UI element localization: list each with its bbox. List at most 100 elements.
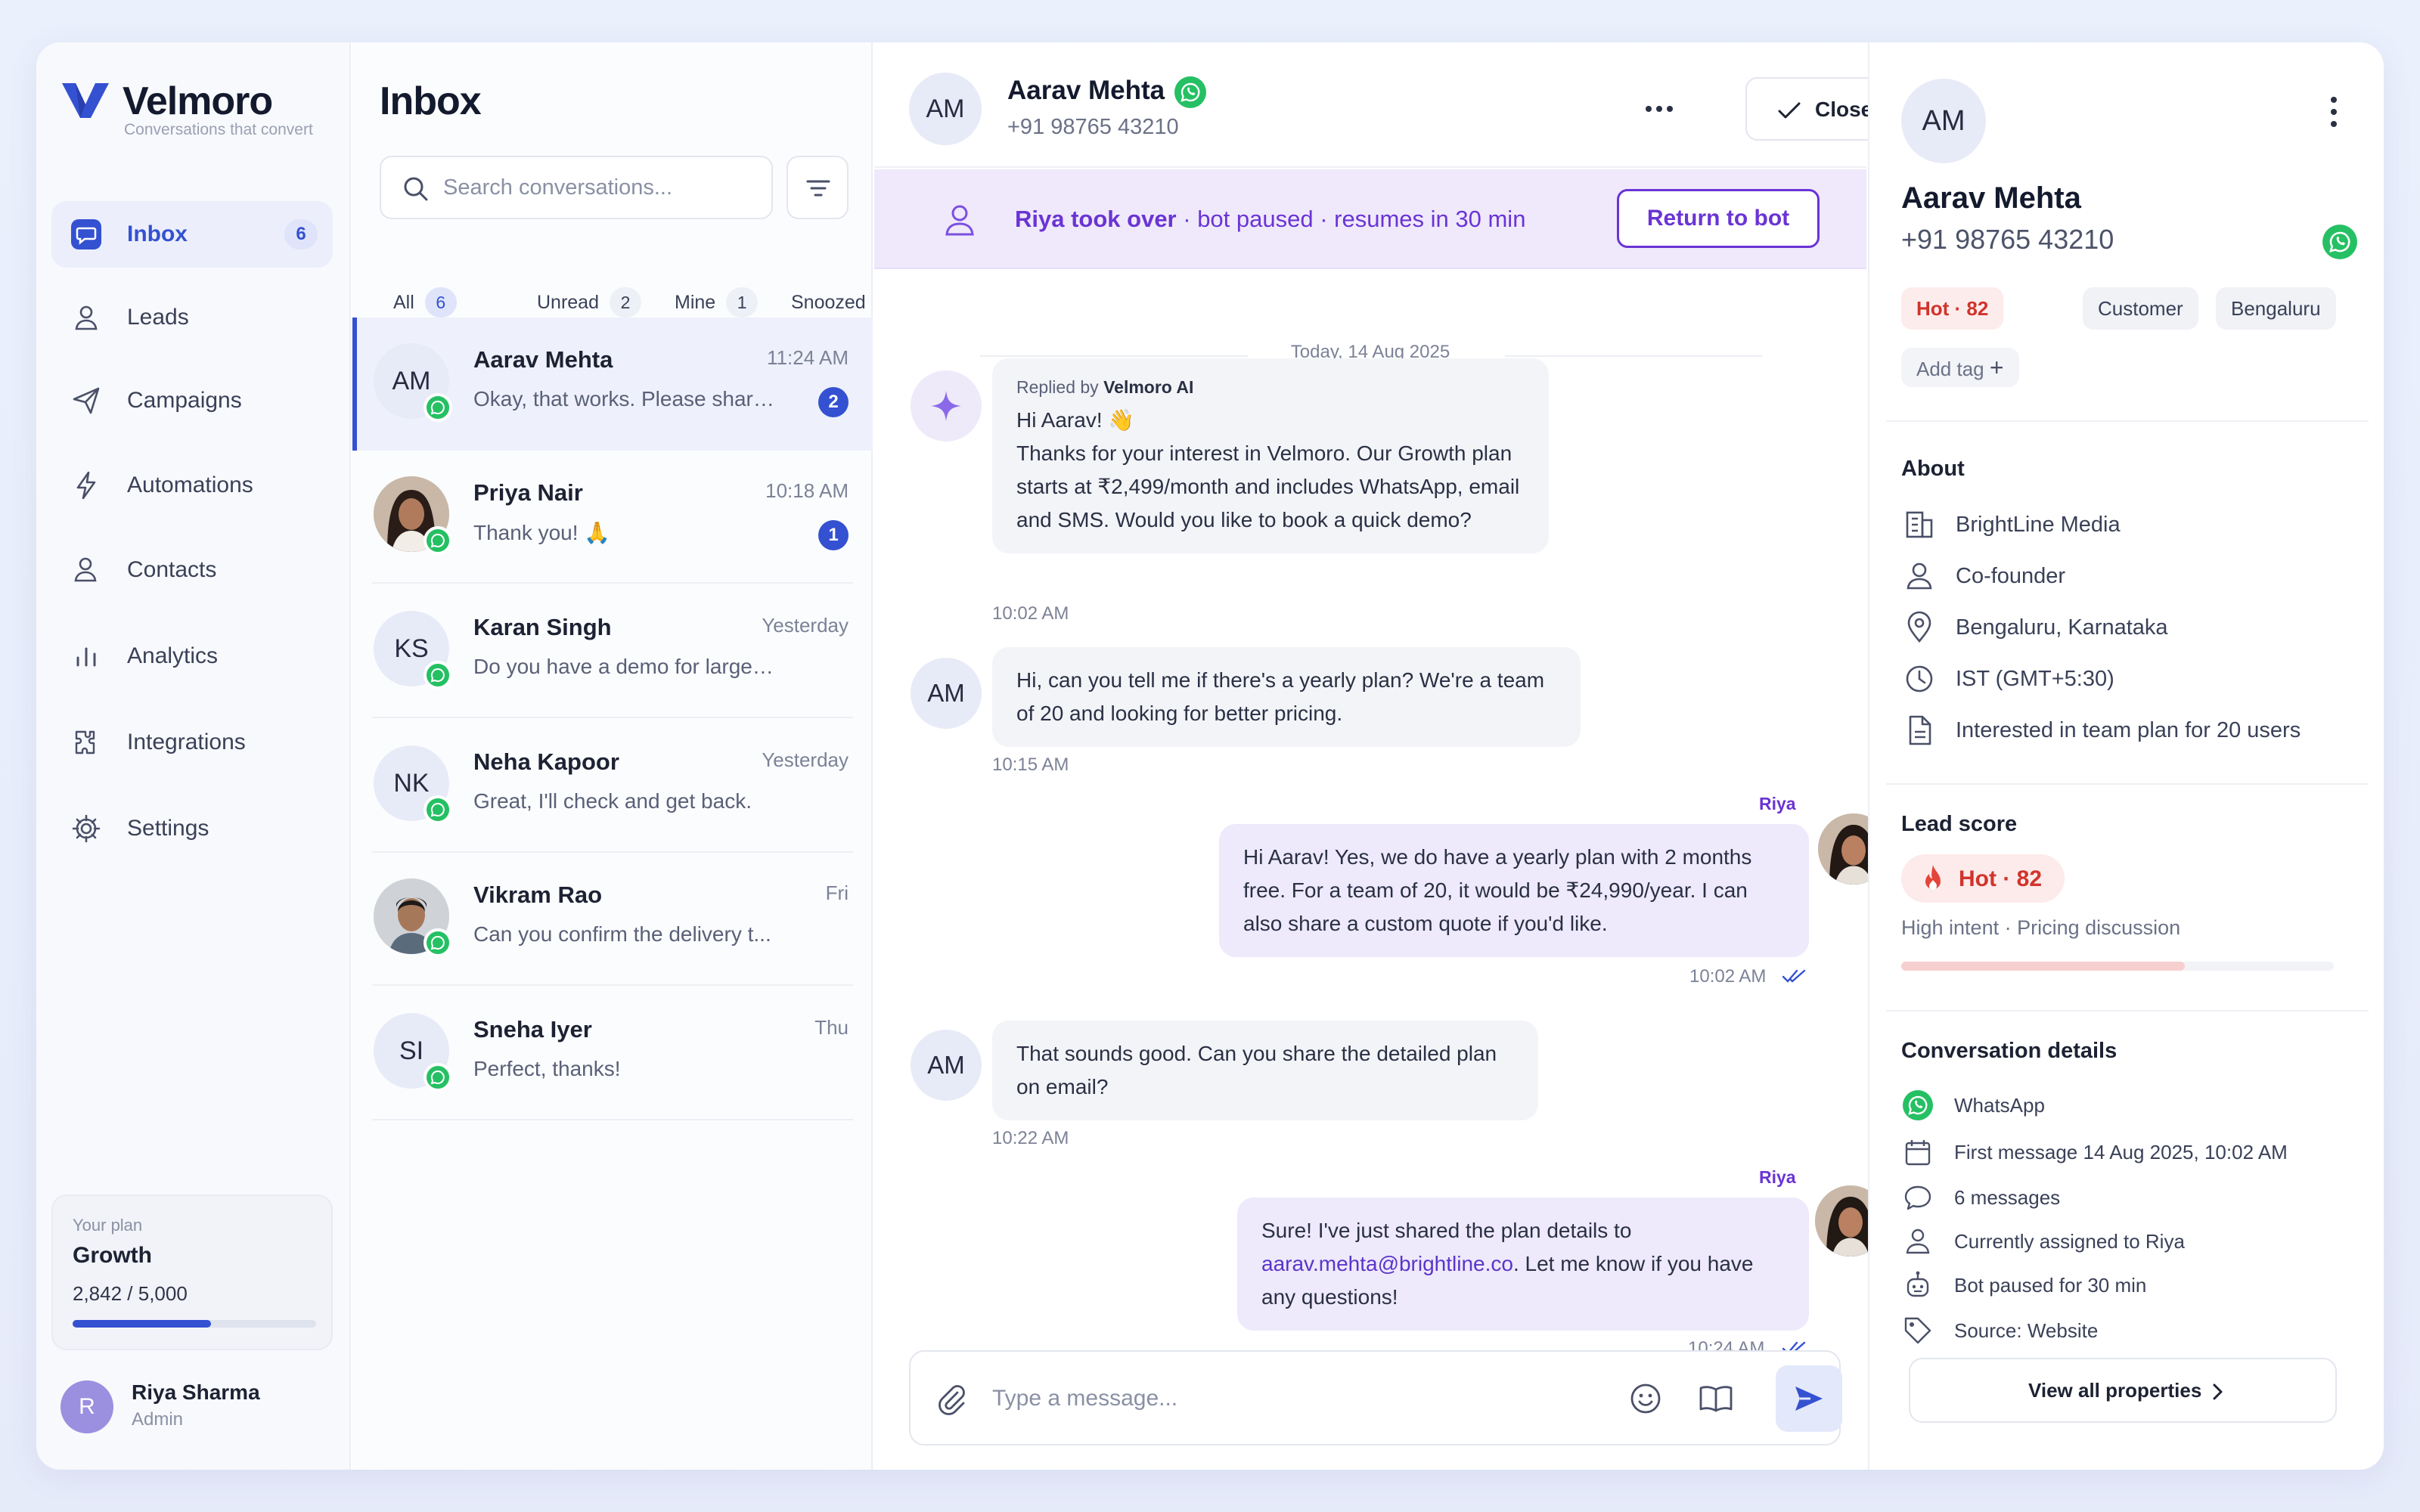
message-input[interactable] (992, 1370, 1597, 1427)
plan-name: Growth (73, 1243, 152, 1268)
filter-button[interactable] (786, 156, 849, 219)
tag-location[interactable]: Bengaluru (2216, 287, 2336, 330)
return-to-bot-button[interactable]: Return to bot (1617, 189, 1820, 248)
tab-label: Unread (537, 291, 599, 313)
sidebar-item-campaigns[interactable]: Campaigns (51, 367, 333, 434)
chat-bubble-icon (71, 219, 101, 249)
conversation-preview: Great, I'll check and get back. (473, 789, 752, 813)
double-check-icon (1782, 969, 1806, 983)
detail-source: Source: Website (1901, 1314, 2098, 1347)
email-link[interactable]: aarav.mehta@brightline.co (1261, 1252, 1513, 1275)
brand-name: Velmoro (123, 79, 273, 123)
tag-customer[interactable]: Customer (2083, 287, 2198, 330)
chevron-right-icon (2213, 1383, 2223, 1400)
more-options-icon[interactable] (1630, 85, 1688, 133)
add-tag-button[interactable]: Add tag + (1901, 348, 2019, 387)
message-composer (909, 1350, 1842, 1445)
message-bubble-bot: Replied by Velmoro AI Hi Aarav! 👋 Thanks… (992, 358, 1549, 553)
conversation-list-panel: Inbox All 6 Unread 2 Mine 1 Snoozed AM Aara… (352, 42, 873, 1470)
sidebar-item-analytics[interactable]: Analytics (51, 623, 333, 689)
separator-dot: · (1313, 206, 1335, 232)
detail-text: Bot paused for 30 min (1954, 1273, 2147, 1297)
filter-icon (806, 180, 830, 197)
replied-by-line: Replied by Velmoro AI (1016, 375, 1525, 399)
sidebar-item-automations[interactable]: Automations (51, 452, 333, 519)
conversation-item[interactable]: AM Aarav Mehta 11:24 AM Okay, that works… (352, 318, 873, 451)
tag-hot[interactable]: Hot · 82 (1901, 287, 2004, 330)
conversation-item[interactable]: SI Sneha Iyer Thu Perfect, thanks! (352, 987, 873, 1120)
sender-name: Riya (1759, 794, 1796, 813)
about-title: About (1901, 457, 1965, 481)
location-pin-icon (1907, 611, 1931, 643)
conversation-preview: Can you confirm the delivery t... (473, 922, 771, 946)
sidebar-item-settings[interactable]: Settings (51, 795, 333, 862)
about-company: BrightLine Media (1901, 507, 2121, 543)
about-role: Co-founder (1901, 558, 2065, 594)
whatsapp-icon[interactable] (2322, 224, 2358, 260)
contact-name: Aarav Mehta (1007, 76, 1165, 105)
conversation-name: Aarav Mehta (473, 346, 613, 373)
tab-count: 1 (726, 287, 759, 318)
conversation-name: Neha Kapoor (473, 748, 619, 775)
search-box (380, 156, 773, 219)
sidebar-item-label: Analytics (127, 643, 219, 668)
search-input[interactable] (443, 157, 761, 218)
divider (372, 984, 853, 986)
person-icon (1907, 562, 1932, 590)
avatar[interactable]: AM (909, 73, 982, 145)
puzzle-icon (75, 730, 95, 754)
bot-icon (1907, 1271, 1929, 1297)
view-all-properties-button[interactable]: View all properties (1909, 1358, 2337, 1423)
conversation-item[interactable]: Vikram Rao Fri Can you confirm the deliv… (352, 853, 873, 986)
contact-phone: +91 98765 43210 (1901, 224, 2114, 255)
sidebar-item-label: Automations (127, 472, 253, 497)
app-window: Velmoro Conversations that convert Inbox… (36, 42, 2384, 1470)
message-text: Hi Aarav! Yes, we do have a yearly plan … (1243, 845, 1752, 935)
message-time: 10:02 AM (1689, 966, 1767, 987)
chat-panel: AM Aarav Mehta +91 98765 43210 Close Riy… (874, 42, 1939, 1470)
takeover-status: bot paused (1197, 206, 1314, 232)
avatar[interactable]: R (60, 1380, 113, 1433)
conversation-item[interactable]: NK Neha Kapoor Yesterday Great, I'll che… (352, 720, 873, 853)
speech-bubble-icon (1904, 1185, 1931, 1210)
tag-icon (1904, 1317, 1931, 1344)
user-name: Riya Sharma (132, 1380, 260, 1404)
sidebar-item-leads[interactable]: Leads (51, 284, 333, 351)
bar-chart-icon (76, 647, 96, 667)
detail-text: First message 14 Aug 2025, 10:02 AM (1954, 1140, 2288, 1163)
tab-mine[interactable]: Mine 1 (675, 286, 759, 319)
tab-unread[interactable]: Unread 2 (537, 286, 641, 319)
lead-score-title: Lead score (1901, 812, 2018, 836)
sidebar-item-label: Settings (127, 816, 209, 841)
plan-card[interactable]: Your plan Growth 2,842 / 5,000 (51, 1194, 333, 1350)
message-time: 10:15 AM (992, 754, 1069, 775)
sidebar-item-contacts[interactable]: Contacts (51, 537, 333, 603)
gear-icon (72, 814, 101, 843)
tab-all[interactable]: All 6 (393, 286, 457, 319)
conversation-item[interactable]: Priya Nair 10:18 AM Thank you! 🙏 1 (352, 451, 873, 584)
sidebar-item-integrations[interactable]: Integrations (51, 709, 333, 776)
contact-name: Aarav Mehta (1901, 181, 2081, 215)
message-bubble-incoming: That sounds good. Can you share the deta… (992, 1021, 1538, 1120)
send-button[interactable] (1776, 1365, 1842, 1432)
takeover-agent: Riya took over (1015, 206, 1177, 232)
plan-usage-bar (73, 1320, 316, 1328)
detail-text: Currently assigned to Riya (1954, 1229, 2185, 1253)
separator-dot: · (1176, 206, 1198, 232)
tab-label: All (393, 291, 414, 313)
user-role: Admin (132, 1409, 184, 1430)
message-bubble-incoming: Hi, can you tell me if there's a yearly … (992, 647, 1581, 747)
tab-snoozed[interactable]: Snoozed (791, 286, 866, 319)
about-text: BrightLine Media (1956, 512, 2121, 537)
document-icon (1909, 715, 1931, 745)
emoji-icon[interactable] (1627, 1380, 1664, 1417)
avatar: AM (911, 658, 982, 729)
book-icon[interactable] (1697, 1380, 1735, 1417)
sidebar: Velmoro Conversations that convert Inbox… (36, 42, 351, 1470)
lead-score-badge: Hot · 82 (1901, 854, 2065, 903)
conversation-item[interactable]: KS Karan Singh Yesterday Do you have a d… (352, 585, 873, 718)
close-label: Close (1815, 98, 1873, 121)
kebab-menu-icon[interactable] (2326, 92, 2341, 132)
sidebar-item-inbox[interactable]: Inbox 6 (51, 201, 333, 268)
paperclip-icon[interactable] (933, 1380, 970, 1417)
